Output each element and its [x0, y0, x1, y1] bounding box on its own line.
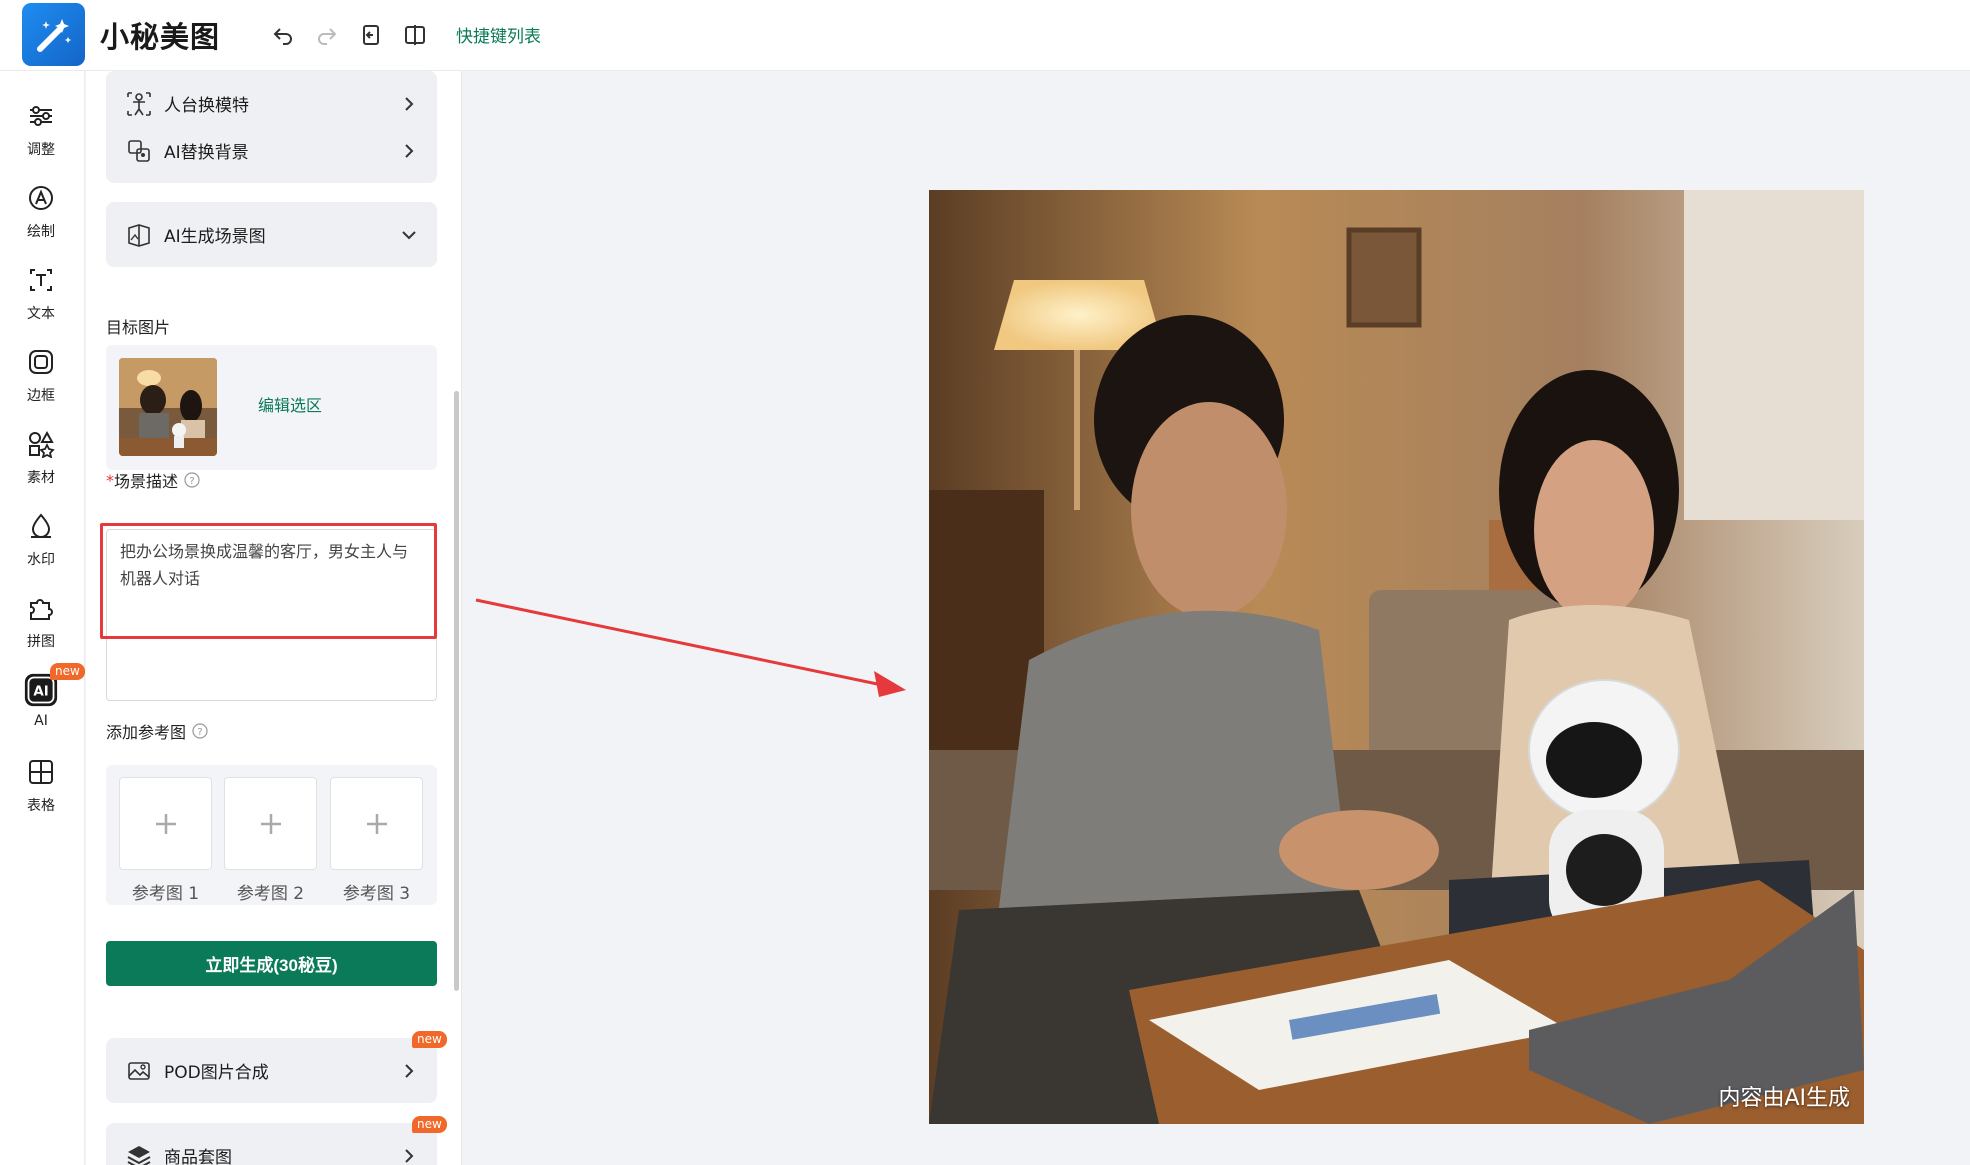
- chevron-right-icon: [397, 1144, 421, 1165]
- rail-item-puzzle[interactable]: 拼图: [0, 583, 82, 655]
- chevron-down-icon: [397, 223, 421, 247]
- rail-item-label: 水印: [27, 552, 55, 568]
- edit-selection-link[interactable]: 编辑选区: [258, 392, 322, 416]
- sliders-icon: [24, 99, 58, 133]
- rail-item-label: 拼图: [27, 634, 55, 650]
- undo-icon[interactable]: [267, 19, 299, 51]
- reference-slot-label: 参考图 2: [236, 884, 305, 904]
- rail-item-text[interactable]: 文本: [0, 255, 82, 327]
- rail-item-label: 素材: [27, 470, 55, 486]
- reference-slot-1[interactable]: [119, 777, 212, 870]
- rail-item-watermark[interactable]: 水印: [0, 501, 82, 573]
- svg-text:AI: AI: [33, 684, 48, 699]
- rail-item-label: 调整: [27, 142, 55, 158]
- help-icon[interactable]: ?: [184, 472, 200, 488]
- replace-background-icon: [124, 136, 154, 166]
- target-image-thumbnail[interactable]: [119, 358, 217, 456]
- brush-icon: [24, 181, 58, 215]
- reference-images-box: 参考图 1 参考图 2 参考图 3: [106, 765, 437, 905]
- add-reference-text: 添加参考图: [106, 723, 187, 742]
- reference-slot-label: 参考图 3: [342, 884, 411, 904]
- chevron-right-icon: [397, 1059, 421, 1083]
- frame-icon: [24, 345, 58, 379]
- rail-item-ai[interactable]: AI AI new: [0, 663, 85, 737]
- generate-button[interactable]: 立即生成(30秘豆): [106, 941, 437, 986]
- reset-icon[interactable]: [355, 19, 387, 51]
- plus-icon: [366, 813, 387, 834]
- card-label: AI生成场景图: [164, 227, 266, 247]
- tool-rail: 调整 绘制 文本 边框 素材 水印 拼图 AI AI new 表格: [0, 71, 85, 1165]
- generated-scene-image[interactable]: 内容由AI生成: [929, 190, 1864, 1124]
- rail-item-label: AI: [34, 713, 48, 729]
- rail-item-label: 文本: [27, 306, 55, 322]
- card-label: AI替换背景: [164, 143, 249, 163]
- new-badge: new: [412, 1031, 447, 1048]
- plus-icon: [260, 813, 281, 834]
- scene-description-textarea[interactable]: 把办公场景换成温馨的客厅，男女主人与机器人对话: [107, 530, 436, 700]
- text-icon: [24, 263, 58, 297]
- add-reference-label: 添加参考图 ?: [106, 719, 208, 743]
- rail-item-label: 边框: [27, 388, 55, 404]
- reference-slot-2[interactable]: [224, 777, 317, 870]
- shortcut-list-link[interactable]: 快捷键列表: [456, 22, 541, 47]
- scene-description-label: * 场景描述 ?: [106, 468, 200, 492]
- chevron-right-icon: [397, 139, 421, 163]
- redo-icon[interactable]: [311, 19, 343, 51]
- layers-icon: [124, 1141, 154, 1165]
- scene-image-icon: [124, 220, 154, 250]
- new-badge: new: [412, 1116, 447, 1133]
- mannequin-icon: [124, 89, 154, 119]
- card-label: 人台换模特: [164, 96, 249, 116]
- rail-item-label: 表格: [27, 798, 55, 814]
- rail-item-label: 绘制: [27, 224, 55, 240]
- card-label: POD图片合成: [164, 1063, 269, 1083]
- card-ai-replace-background[interactable]: AI替换背景: [106, 118, 437, 183]
- target-image-label: 目标图片: [106, 318, 171, 337]
- annotation-arrow: [475, 598, 906, 697]
- scene-description-text: 场景描述: [114, 472, 179, 491]
- card-pod-composite[interactable]: POD图片合成: [106, 1038, 437, 1103]
- card-ai-generate-scene[interactable]: AI生成场景图: [106, 202, 437, 267]
- watermark-icon: [24, 509, 58, 543]
- image-composite-icon: [124, 1056, 154, 1086]
- rail-item-material[interactable]: 素材: [0, 419, 82, 491]
- ai-tools-panel: 人台换模特 AI替换背景 AI生成场景图 目标图片 编辑选区 * 场景描述 ? …: [86, 71, 462, 1165]
- rail-item-frame[interactable]: 边框: [0, 337, 82, 409]
- required-mark: *: [106, 470, 114, 490]
- magic-wand-icon: [36, 18, 71, 52]
- help-icon[interactable]: ?: [192, 723, 208, 739]
- shapes-icon: [24, 427, 58, 461]
- app-title: 小秘美图: [100, 20, 221, 54]
- svg-text:?: ?: [189, 476, 194, 487]
- rail-item-draw[interactable]: 绘制: [0, 173, 82, 245]
- card-product-set[interactable]: 商品套图: [106, 1123, 437, 1165]
- reference-slot-label: 参考图 1: [131, 884, 200, 904]
- top-bar: 小秘美图 快捷键列表: [0, 0, 1970, 71]
- reference-slot-3[interactable]: [330, 777, 423, 870]
- app-logo: [22, 3, 85, 66]
- new-badge: new: [50, 663, 85, 680]
- svg-text:?: ?: [197, 727, 202, 738]
- scene-description-field[interactable]: 把办公场景换成温馨的客厅，男女主人与机器人对话: [106, 529, 437, 701]
- card-label: 商品套图: [164, 1148, 232, 1165]
- panel-scrollbar[interactable]: [454, 391, 459, 991]
- compare-icon[interactable]: [399, 19, 431, 51]
- ai-generated-watermark: 内容由AI生成: [1718, 1086, 1850, 1111]
- plus-icon: [155, 813, 176, 834]
- scene-illustration: [929, 190, 1864, 1124]
- chevron-right-icon: [397, 92, 421, 116]
- target-image-box: 编辑选区: [106, 345, 437, 470]
- puzzle-icon: [24, 591, 58, 625]
- table-icon: [24, 755, 58, 789]
- rail-item-table[interactable]: 表格: [0, 747, 82, 819]
- rail-item-adjust[interactable]: 调整: [0, 91, 82, 163]
